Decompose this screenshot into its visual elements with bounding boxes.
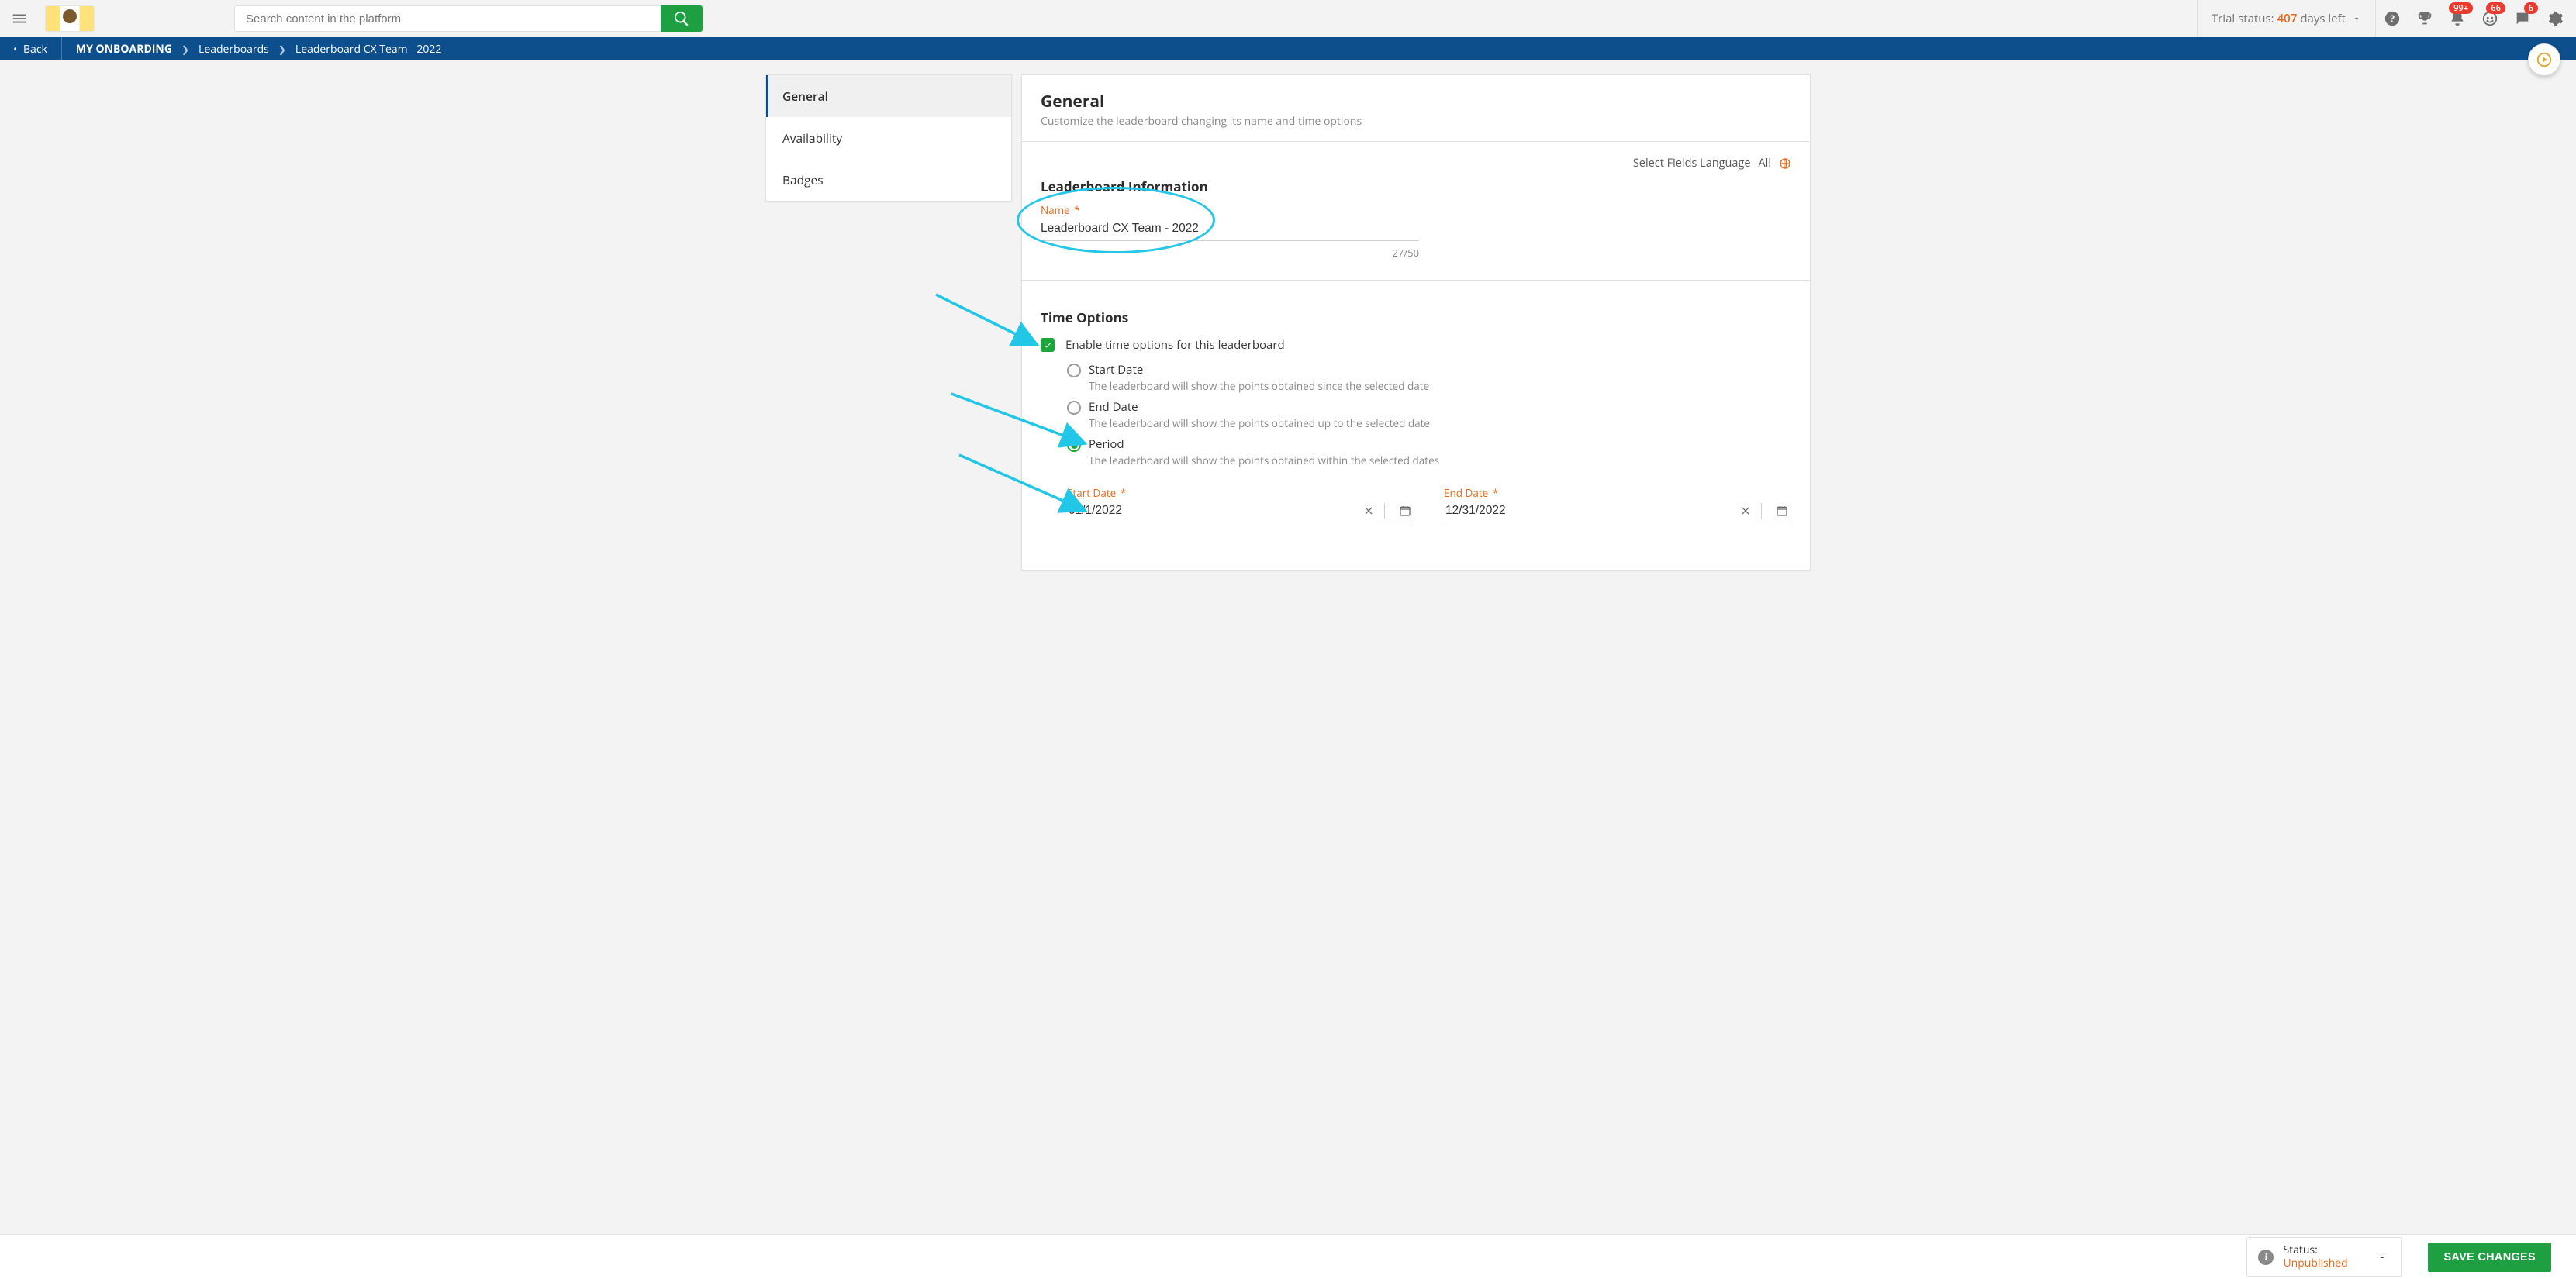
clear-end-date-button[interactable] (1738, 503, 1753, 519)
separator (1761, 503, 1762, 519)
search-button[interactable] (661, 5, 703, 32)
radio-label: End Date (1089, 399, 1138, 415)
search-input[interactable] (234, 5, 661, 32)
sidenav-item-availability[interactable]: Availability (766, 117, 1011, 159)
name-input[interactable] (1041, 217, 1419, 241)
separator (1384, 503, 1385, 519)
header-right: Trial status: 407 days left ? 99+ 66 6 (2197, 0, 2571, 37)
notifications-badge: 99+ (2449, 2, 2473, 14)
hamburger-icon (11, 10, 28, 27)
trophy-icon (2416, 10, 2433, 27)
play-circle-icon (2536, 51, 2553, 68)
crumb-root[interactable]: MY ONBOARDING (76, 42, 172, 57)
play-tour-button[interactable] (2528, 43, 2560, 76)
back-button[interactable]: Back (0, 37, 62, 60)
main-card: General Customize the leaderboard changi… (1021, 74, 1811, 571)
radio-label: Period (1089, 436, 1124, 452)
settings-button[interactable] (2539, 0, 2571, 37)
radio-desc: The leaderboard will show the points obt… (1089, 416, 1430, 430)
svg-text:?: ? (2390, 12, 2395, 26)
radio-label: Start Date (1089, 362, 1143, 377)
end-date-label: End Date * (1444, 486, 1790, 500)
gear-icon (2547, 10, 2564, 27)
radio-icon (1067, 401, 1081, 415)
start-date-label: Start Date * (1067, 486, 1413, 500)
end-date-field: End Date * (1444, 486, 1790, 522)
search-bar (234, 5, 703, 32)
bottom-bar: i Status: Unpublished SAVE CHANGES (0, 1234, 2576, 1279)
enable-time-checkbox-row[interactable]: Enable time options for this leaderboard (1041, 337, 1791, 353)
radio-desc: The leaderboard will show the points obt… (1089, 453, 1439, 467)
radio-selected-icon (1067, 438, 1081, 452)
checkbox-checked-icon (1041, 338, 1055, 352)
chat-badge: 6 (2524, 2, 2538, 14)
help-button[interactable]: ? (2376, 0, 2409, 37)
crumb-current: Leaderboard CX Team - 2022 (295, 42, 441, 57)
breadcrumb-bar: Back MY ONBOARDING ❯ Leaderboards ❯ Lead… (0, 37, 2576, 60)
page-title: General (1041, 91, 1791, 112)
coins-badge: 66 (2486, 2, 2505, 14)
date-fields: Start Date * End Date * (1067, 486, 1791, 522)
chevron-right-icon: ❯ (181, 43, 189, 56)
status-selector[interactable]: i Status: Unpublished (2246, 1237, 2402, 1277)
clear-start-date-button[interactable] (1361, 503, 1376, 519)
status-value: Unpublished (2283, 1257, 2368, 1270)
close-icon (1739, 505, 1752, 517)
chevron-right-icon: ❯ (278, 43, 286, 56)
end-date-input[interactable] (1444, 503, 1733, 519)
open-end-date-picker[interactable] (1774, 503, 1790, 519)
sidenav-item-badges[interactable]: Badges (766, 159, 1011, 201)
trophy-button[interactable] (2409, 0, 2441, 37)
start-date-input[interactable] (1067, 503, 1356, 519)
notifications-button[interactable]: 99+ (2441, 0, 2474, 37)
status-label: Status: (2283, 1244, 2368, 1257)
chevron-left-icon (11, 43, 19, 54)
section-leaderboard-info: Select Fields Language All Leaderboard I… (1022, 142, 1810, 267)
time-heading: Time Options (1041, 309, 1791, 326)
trial-suffix: days left (2300, 11, 2346, 26)
info-heading: Leaderboard Information (1041, 178, 1791, 195)
hamburger-menu-button[interactable] (5, 4, 34, 33)
chat-button[interactable]: 6 (2506, 0, 2539, 37)
radio-end-date[interactable]: End Date The leaderboard will show the p… (1067, 399, 1791, 430)
calendar-icon (1399, 505, 1411, 517)
trial-status[interactable]: Trial status: 407 days left (2197, 0, 2376, 37)
fields-language-label: Select Fields Language (1633, 156, 1751, 171)
caret-up-icon (2377, 1253, 2387, 1262)
crumb-leaderboards[interactable]: Leaderboards (199, 42, 269, 57)
app-header: Trial status: 407 days left ? 99+ 66 6 (0, 0, 2576, 37)
divider (1022, 280, 1810, 281)
radio-desc: The leaderboard will show the points obt… (1089, 379, 1429, 393)
trial-prefix: Trial status: (2212, 11, 2274, 26)
page-subtitle: Customize the leaderboard changing its n… (1041, 114, 1791, 129)
globe-icon (1779, 157, 1791, 170)
radio-icon (1067, 364, 1081, 377)
card-header: General Customize the leaderboard changi… (1022, 75, 1810, 142)
fields-language-value: All (1759, 156, 1772, 171)
trial-days: 407 (2277, 11, 2298, 26)
start-date-field: Start Date * (1067, 486, 1413, 522)
enable-time-label: Enable time options for this leaderboard (1065, 337, 1285, 353)
open-start-date-picker[interactable] (1397, 503, 1413, 519)
side-nav: General Availability Badges (765, 74, 1012, 202)
caret-down-icon (2352, 14, 2361, 23)
time-radio-group: Start Date The leaderboard will show the… (1067, 362, 1791, 467)
coins-button[interactable]: 66 (2474, 0, 2506, 37)
name-char-count: 27/50 (1041, 246, 1419, 260)
breadcrumbs: MY ONBOARDING ❯ Leaderboards ❯ Leaderboa… (62, 42, 441, 57)
radio-period[interactable]: Period The leaderboard will show the poi… (1067, 436, 1791, 467)
calendar-icon (1776, 505, 1788, 517)
section-time-options: Time Options Enable time options for thi… (1022, 293, 1810, 530)
help-icon: ? (2384, 10, 2401, 27)
search-icon (673, 10, 690, 27)
fields-language-selector[interactable]: Select Fields Language All (1633, 156, 1791, 171)
brand-logo[interactable] (45, 5, 95, 32)
sidenav-item-general[interactable]: General (766, 75, 1011, 117)
close-icon (1362, 505, 1375, 517)
radio-start-date[interactable]: Start Date The leaderboard will show the… (1067, 362, 1791, 393)
save-changes-button[interactable]: SAVE CHANGES (2428, 1243, 2551, 1272)
info-icon: i (2258, 1250, 2274, 1265)
back-label: Back (23, 42, 47, 57)
name-label: Name * (1041, 203, 1791, 217)
